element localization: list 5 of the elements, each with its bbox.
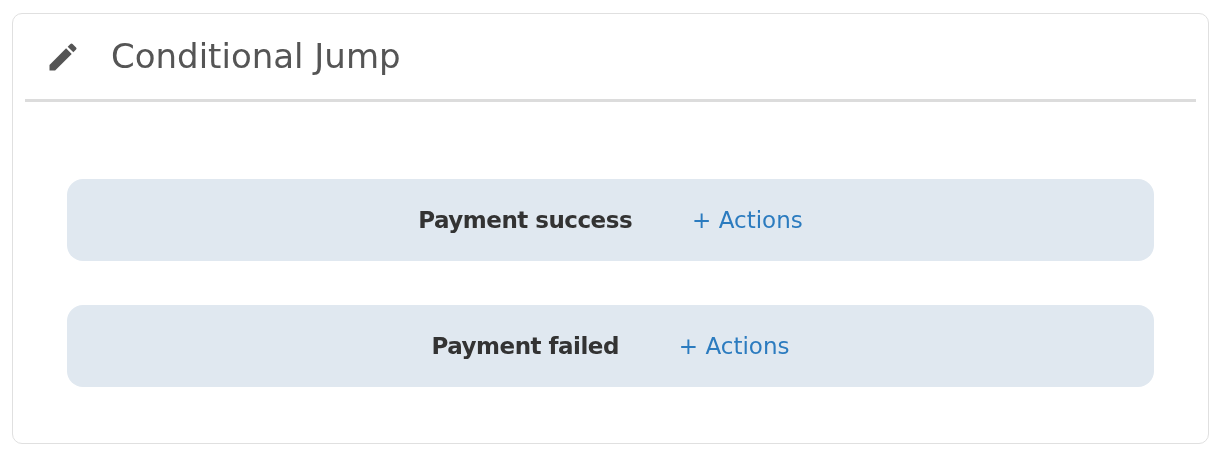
- actions-link[interactable]: + Actions: [678, 328, 790, 364]
- condition-label: Payment failed: [431, 331, 619, 361]
- condition-label: Payment success: [418, 205, 633, 235]
- panel-title: Conditional Jump: [111, 35, 401, 78]
- actions-link[interactable]: + Actions: [692, 202, 803, 238]
